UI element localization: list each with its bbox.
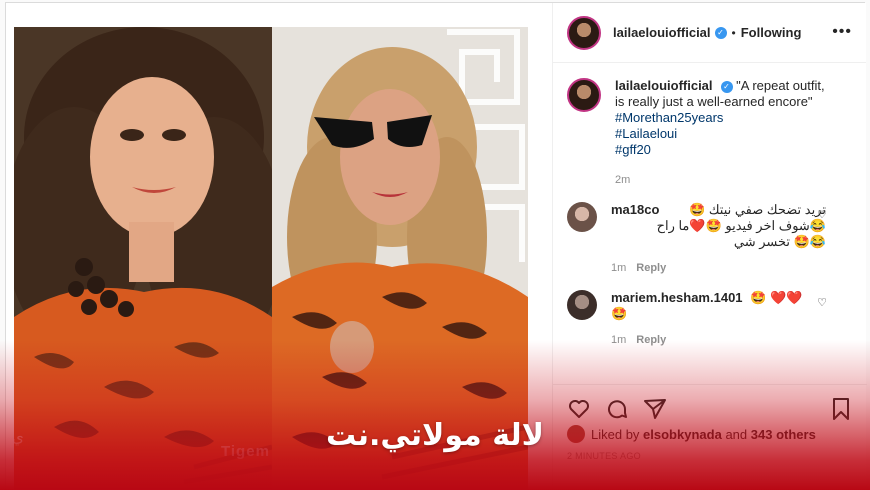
caption-username[interactable]: lailaelouiofficial xyxy=(615,78,713,93)
comments-list[interactable]: lailaelouiofficial ✓ "A repeat outfit, is… xyxy=(553,64,867,384)
comment-time: 1m xyxy=(611,334,627,346)
media-watermark-mark: ي xyxy=(12,429,24,446)
verified-icon: ✓ xyxy=(720,80,733,93)
post-side-panel: lailaelouiofficial ✓ • Following ••• lai… xyxy=(552,3,867,490)
caption-time: 2m xyxy=(615,174,631,186)
instagram-post-screenshot: ي Tigem lailaelouiofficial ✓ • Following… xyxy=(0,0,870,490)
hashtag-link[interactable]: #Morethan25years xyxy=(615,110,830,126)
likes-summary: Liked by elsobkynada and 343 others xyxy=(553,425,867,443)
comment-text: 🤩 ❤️❤️ xyxy=(750,290,803,305)
likes-others[interactable]: 343 others xyxy=(751,427,816,442)
post-media[interactable]: ي Tigem xyxy=(6,3,551,490)
post-card: ي Tigem lailaelouiofficial ✓ • Following… xyxy=(5,2,867,490)
header-user: lailaelouiofficial ✓ • Following xyxy=(613,25,801,40)
more-icon[interactable]: ••• xyxy=(832,23,852,41)
liked-by-and: and xyxy=(725,426,748,442)
comment-username[interactable]: ma18co xyxy=(611,202,659,218)
brand-logo-text: لالة مولاتي.نت xyxy=(326,418,544,453)
share-icon[interactable] xyxy=(643,397,667,421)
action-bar xyxy=(553,385,867,425)
comment-row: ma18co تريد تضحك صفي نيتك 🤩 😂شوف اخر فيد… xyxy=(567,202,853,276)
media-watermark: Tigem xyxy=(221,443,270,460)
bookmark-icon[interactable] xyxy=(829,397,853,421)
comment-text: 😂🤩 تخسر شي xyxy=(733,234,826,249)
verified-icon: ✓ xyxy=(714,26,727,39)
reply-button[interactable]: Reply xyxy=(636,262,666,274)
comment-icon[interactable] xyxy=(605,397,629,421)
reply-button[interactable]: Reply xyxy=(636,334,666,346)
comment-like-icon[interactable]: ♡ xyxy=(817,296,827,309)
caption-body: lailaelouiofficial ✓ "A repeat outfit, is… xyxy=(615,78,830,188)
comment-text: تريد تضحك صفي نيتك 🤩 xyxy=(689,202,826,217)
comment-body: mariem.hesham.1401 🤩 ❤️❤️ 🤩 1m Reply xyxy=(611,290,826,348)
hashtag-link[interactable]: #Lailaeloui xyxy=(615,126,830,142)
comment-body: ma18co تريد تضحك صفي نيتك 🤩 😂شوف اخر فيد… xyxy=(611,202,826,276)
following-button[interactable]: Following xyxy=(741,25,802,40)
liked-by-user[interactable]: elsobkynada xyxy=(643,427,722,442)
post-header: lailaelouiofficial ✓ • Following ••• xyxy=(553,3,866,63)
hashtag-link[interactable]: #gff20 xyxy=(615,142,830,158)
caption-row: lailaelouiofficial ✓ "A repeat outfit, is… xyxy=(567,78,853,188)
comment-text: 😂شوف اخر فيديو 🤩❤️ما راح xyxy=(656,218,826,233)
heart-icon[interactable] xyxy=(567,397,591,421)
comment-time: 1m xyxy=(611,262,627,274)
post-actions: Liked by elsobkynada and 343 others 2 MI… xyxy=(553,384,867,490)
comment-like-icon[interactable]: ♡ xyxy=(817,208,827,221)
left-photo xyxy=(14,27,272,490)
comment-text: 🤩 xyxy=(611,306,628,321)
comment-avatar[interactable] xyxy=(567,202,597,232)
caption-avatar[interactable] xyxy=(567,78,601,112)
header-username[interactable]: lailaelouiofficial xyxy=(613,25,711,40)
post-timestamp: 2 MINUTES AGO xyxy=(567,451,641,461)
comment-avatar[interactable] xyxy=(567,290,597,320)
avatar[interactable] xyxy=(567,15,601,50)
liked-by-prefix: Liked by xyxy=(591,426,640,442)
comment-username[interactable]: mariem.hesham.1401 xyxy=(611,290,743,305)
comment-row: mariem.hesham.1401 🤩 ❤️❤️ 🤩 1m Reply ♡ xyxy=(567,290,853,348)
header-separator: • xyxy=(731,25,736,40)
